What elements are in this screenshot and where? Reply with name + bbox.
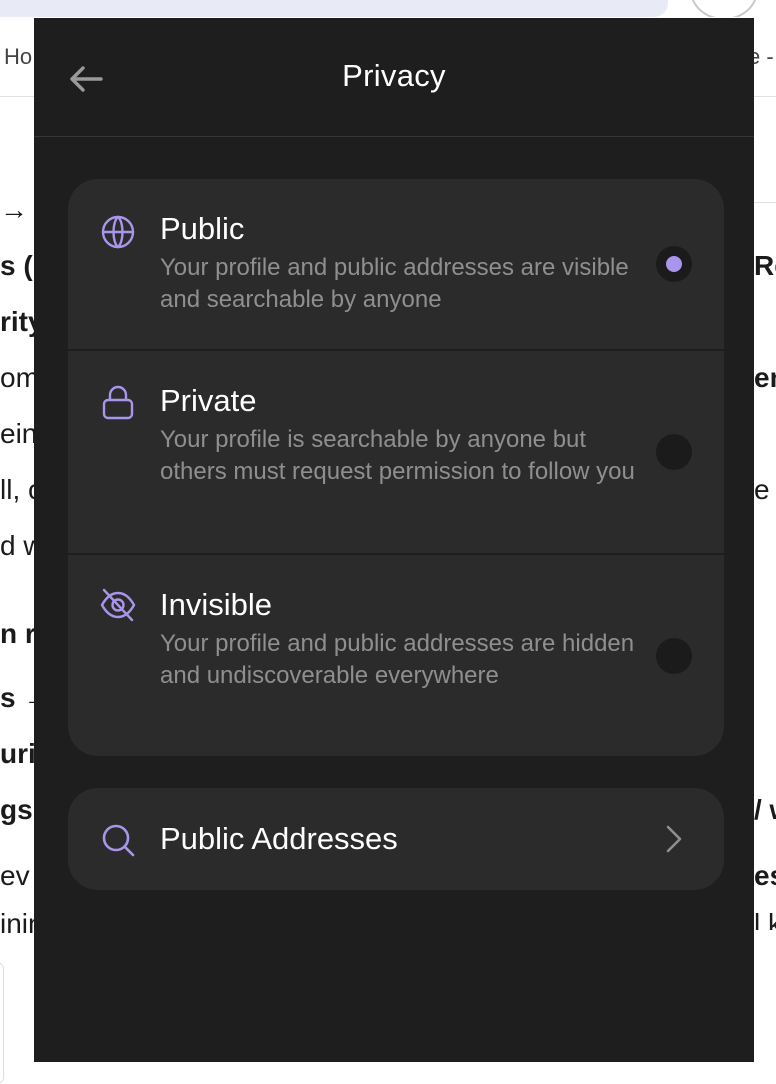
- background-text: Re: [754, 250, 776, 281]
- search-icon: [102, 824, 135, 857]
- background-text: ev: [0, 860, 30, 891]
- privacy-options-card: Public Your profile and public addresses…: [68, 179, 724, 756]
- option-title: Private: [160, 383, 257, 418]
- option-description: Your profile is searchable by anyone but…: [160, 426, 635, 485]
- background-nav-link[interactable]: Ho: [4, 44, 32, 70]
- eye-off-icon: [100, 588, 136, 622]
- privacy-option-public[interactable]: Public Your profile and public addresses…: [68, 179, 724, 351]
- background-text: / w: [754, 794, 776, 825]
- background-text: ein: [0, 418, 38, 449]
- background-text: gs: [0, 794, 33, 825]
- radio-selected-dot: [666, 256, 682, 272]
- public-addresses-button[interactable]: Public Addresses: [68, 788, 724, 890]
- privacy-option-private[interactable]: Private Your profile is searchable by an…: [68, 351, 724, 555]
- background-text: es: [754, 860, 776, 891]
- background-divider: [754, 202, 776, 203]
- background-text: e: [754, 474, 770, 505]
- lock-icon: [102, 385, 134, 420]
- option-description: Your profile and public addresses are vi…: [160, 254, 629, 313]
- public-addresses-label: Public Addresses: [160, 821, 398, 856]
- globe-icon: [101, 215, 135, 249]
- background-card: [0, 962, 4, 1084]
- option-title: Invisible: [160, 587, 272, 622]
- radio-private[interactable]: [656, 434, 692, 470]
- panel-header: Privacy: [34, 18, 754, 137]
- background-text: n r: [0, 618, 36, 649]
- page-title: Privacy: [342, 58, 446, 93]
- background-text: s (: [0, 250, 33, 281]
- chevron-right-icon: [666, 825, 682, 853]
- privacy-panel: Privacy Public Your profile and public a…: [34, 18, 754, 1062]
- privacy-option-invisible[interactable]: Invisible Your profile and public addres…: [68, 555, 724, 756]
- background-blank: [754, 930, 776, 1062]
- background-text: em: [754, 362, 776, 393]
- option-title: Public: [160, 211, 245, 246]
- radio-public[interactable]: [656, 246, 692, 282]
- browser-tab-strip: [0, 0, 668, 17]
- radio-invisible[interactable]: [656, 638, 692, 674]
- option-description: Your profile and public addresses are hi…: [160, 630, 635, 689]
